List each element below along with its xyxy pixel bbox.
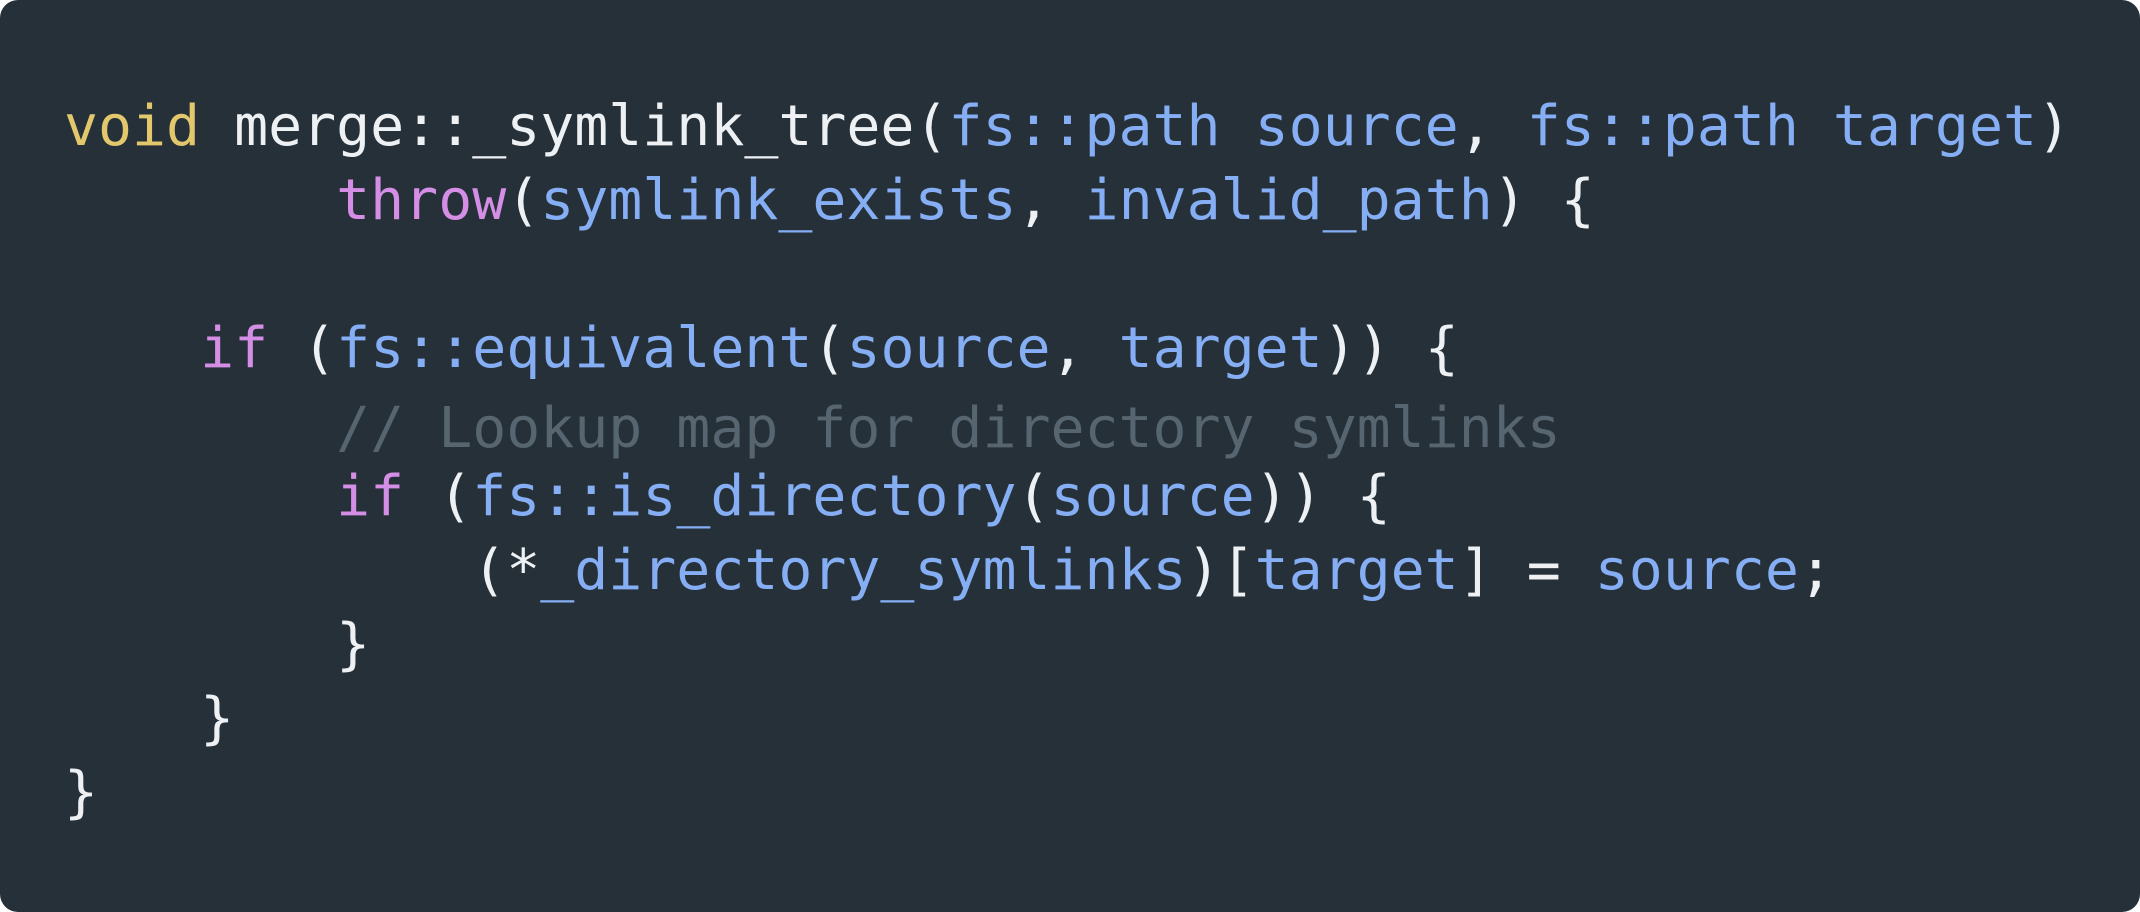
code-line: } bbox=[64, 682, 2071, 756]
code-token-identifier: symlink_exists bbox=[540, 168, 1017, 233]
code-token-plain: (* bbox=[64, 538, 541, 603]
code-line: throw(symlink_exists, invalid_path) { bbox=[64, 164, 2071, 238]
code-window: void merge::_symlink_tree(fs::path sourc… bbox=[0, 0, 2140, 912]
code-token-control: throw bbox=[336, 168, 507, 233]
code-token-plain: } bbox=[64, 686, 235, 751]
code-token-plain: } bbox=[64, 760, 99, 825]
code-line: } bbox=[64, 756, 2071, 830]
code-token-identifier: _directory_symlinks bbox=[540, 538, 1187, 603]
code-token-plain: , bbox=[1050, 316, 1119, 381]
code-line: if (fs::equivalent(source, target)) { bbox=[64, 312, 2071, 386]
code-line: if (fs::is_directory(source)) { bbox=[64, 460, 2071, 534]
code-token-plain: ) bbox=[2036, 94, 2072, 159]
code-token-identifier: target bbox=[1254, 538, 1459, 603]
code-token-identifier: source bbox=[846, 316, 1051, 381]
code-token-control: if bbox=[200, 316, 269, 381]
code-block: void merge::_symlink_tree(fs::path sourc… bbox=[64, 90, 2071, 830]
code-token-identifier: fs::equivalent bbox=[336, 316, 813, 381]
code-line: void merge::_symlink_tree(fs::path sourc… bbox=[64, 90, 2071, 164]
code-token-identifier: fs::path target bbox=[1526, 94, 2037, 159]
code-token-plain: )[ bbox=[1186, 538, 1255, 603]
code-token-comment: // Lookup map for directory symlinks bbox=[336, 396, 1561, 461]
code-line: (*_directory_symlinks)[target] = source; bbox=[64, 534, 2071, 608]
code-token-identifier: target bbox=[1118, 316, 1323, 381]
code-token-plain: ( bbox=[1016, 464, 1051, 529]
code-token-plain: , bbox=[1458, 94, 1527, 159]
code-token-plain: } bbox=[64, 612, 371, 677]
code-token-identifier: source bbox=[1050, 464, 1255, 529]
code-token-identifier: fs::path source bbox=[948, 94, 1459, 159]
code-token-plain: merge::_symlink_tree( bbox=[200, 94, 949, 159]
code-token-plain: )) { bbox=[1322, 316, 1459, 381]
code-token-plain: ( bbox=[812, 316, 847, 381]
code-token-identifier: source bbox=[1594, 538, 1799, 603]
code-token-plain: ( bbox=[268, 316, 337, 381]
code-token-plain: , bbox=[1016, 168, 1085, 233]
code-token-control: if bbox=[336, 464, 405, 529]
code-token-plain: ( bbox=[404, 464, 473, 529]
code-token-identifier: invalid_path bbox=[1084, 168, 1493, 233]
code-token-keyword: void bbox=[64, 94, 201, 159]
code-token-identifier: fs::is_directory bbox=[472, 464, 1017, 529]
code-line: // Lookup map for directory symlinks bbox=[64, 392, 2071, 466]
code-token-plain: ) { bbox=[1492, 168, 1595, 233]
code-token-plain: ] = bbox=[1458, 538, 1595, 603]
code-token-plain: )) { bbox=[1254, 464, 1391, 529]
code-line: } bbox=[64, 608, 2071, 682]
code-token-plain: ; bbox=[1798, 538, 1833, 603]
code-token-plain: ( bbox=[506, 168, 541, 233]
